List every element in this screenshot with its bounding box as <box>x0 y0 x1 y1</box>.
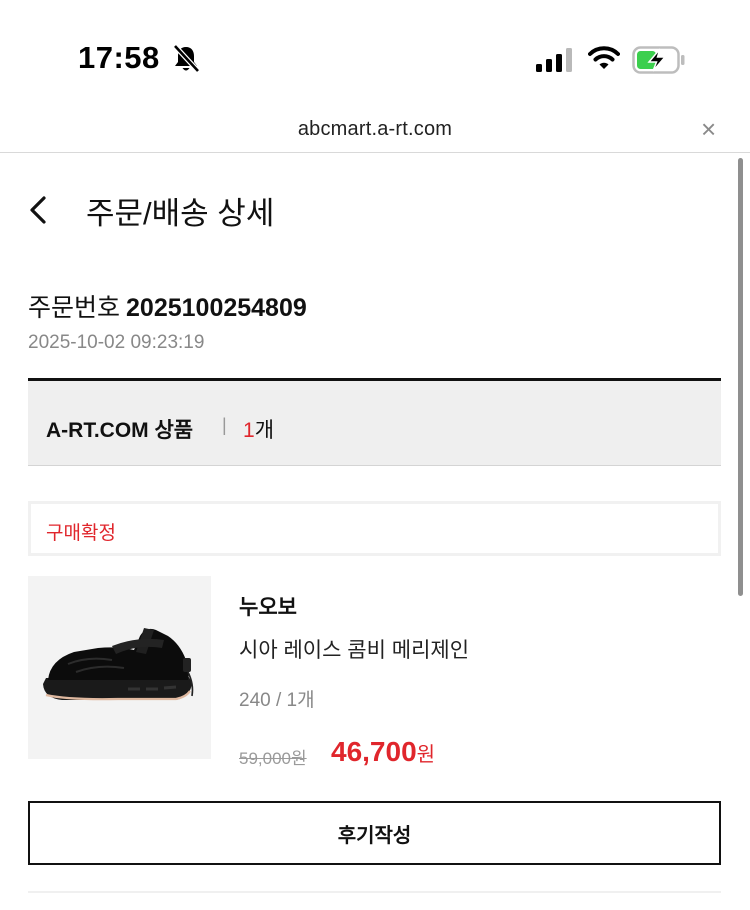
status-time: 17:58 <box>78 40 160 75</box>
group-count: 1개 <box>243 414 274 444</box>
signal-icon <box>536 48 572 72</box>
order-number-row: 주문번호 2025100254809 <box>28 288 307 324</box>
order-status-box: 구매확정 <box>28 501 721 556</box>
group-label: A-RT.COM 상품 <box>46 419 194 442</box>
original-price: 59,000원 <box>239 749 307 768</box>
order-number-label: 주문번호 <box>28 294 121 322</box>
sale-price-value: 46,700 <box>331 736 417 767</box>
product-option: 240 / 1개 <box>239 690 315 711</box>
write-review-button[interactable]: 후기작성 <box>28 801 721 865</box>
group-count-number: 1 <box>243 419 255 442</box>
product-name[interactable]: 시아 레이스 콤비 메리제인 <box>239 634 469 664</box>
shoe-image <box>43 628 194 701</box>
product-image[interactable] <box>28 576 211 759</box>
bell-slash-icon <box>173 44 200 73</box>
wifi-icon <box>588 46 620 69</box>
url-display[interactable]: abcmart.a-rt.com <box>0 118 750 141</box>
product-brand: 누오보 <box>239 596 297 619</box>
section-divider <box>28 891 721 893</box>
order-date: 2025-10-02 09:23:19 <box>28 332 205 353</box>
url-divider <box>0 152 750 153</box>
scrollbar[interactable] <box>738 158 743 596</box>
page-title: 주문/배송 상세 <box>86 196 275 231</box>
back-button[interactable] <box>24 193 54 227</box>
order-status-label: 구매확정 <box>46 523 116 544</box>
group-separator: | <box>222 415 227 435</box>
sale-price-unit: 원 <box>416 744 436 766</box>
order-number: 2025100254809 <box>126 294 307 322</box>
sale-price: 46,700원 <box>331 736 435 768</box>
group-count-unit: 개 <box>254 419 275 442</box>
product-group-header: A-RT.COM 상품 | 1개 <box>28 378 721 466</box>
battery-charging-icon <box>632 46 685 74</box>
close-icon[interactable]: × <box>701 114 716 144</box>
